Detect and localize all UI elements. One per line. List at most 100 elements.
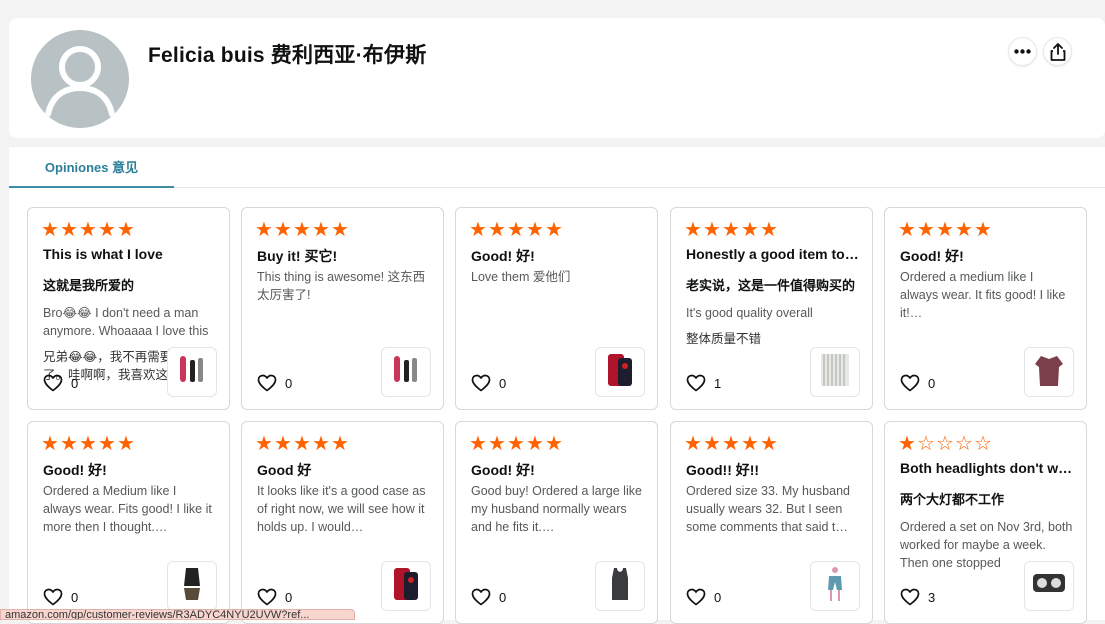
review-body: Good buy! Ordered a large like my husban… — [471, 484, 642, 534]
star-icon: ★ — [488, 433, 506, 455]
share-icon — [1050, 42, 1065, 61]
review-card[interactable]: ★ ★ ★ ★ ★ Good! 好! Ordered a medium like I alw… — [884, 207, 1087, 410]
star-icon: ★ — [98, 433, 116, 455]
review-card[interactable]: ★ ☆ ☆ ☆ ☆ Both headlights don't work 两个大灯都不工作 O… — [884, 421, 1087, 624]
product-thumbnail[interactable] — [381, 347, 431, 397]
avatar — [31, 30, 129, 128]
star-icon: ★ — [255, 219, 273, 241]
star-rating: ★ ★ ★ ★ ★ — [684, 434, 778, 454]
star-icon: ★ — [41, 219, 59, 241]
helpful-button[interactable]: 3 — [900, 588, 935, 606]
helpful-button[interactable]: 0 — [471, 588, 506, 606]
review-card[interactable]: ★ ★ ★ ★ ★ Good! 好! Good buy! Ordered a large l… — [455, 421, 658, 624]
product-thumbnail[interactable] — [1024, 561, 1074, 611]
phone-case-image — [600, 350, 640, 395]
share-button[interactable] — [1043, 37, 1072, 66]
product-thumbnail[interactable] — [810, 561, 860, 611]
like-count: 0 — [499, 589, 507, 605]
star-icon: ★ — [60, 219, 78, 241]
star-icon: ★ — [255, 433, 273, 455]
review-title: Good!! 好!! — [686, 462, 760, 478]
like-count: 0 — [285, 375, 293, 391]
star-icon: ★ — [507, 433, 525, 455]
star-icon: ★ — [936, 219, 954, 241]
product-thumbnail[interactable] — [810, 347, 860, 397]
helpful-button[interactable]: 0 — [43, 588, 78, 606]
helpful-button[interactable]: 0 — [43, 374, 78, 392]
like-count: 0 — [285, 589, 293, 605]
heart-icon — [471, 588, 491, 606]
like-count: 1 — [714, 375, 722, 391]
status-bar-url: amazon.com/gp/customer-reviews/R3ADYC4NY… — [0, 609, 355, 620]
star-icon: ★ — [331, 219, 349, 241]
tab-label: Opiniones 意见 — [44, 160, 139, 175]
star-icon: ★ — [469, 219, 487, 241]
product-thumbnail[interactable] — [595, 347, 645, 397]
star-icon: ★ — [955, 219, 973, 241]
helpful-button[interactable]: 0 — [257, 588, 292, 606]
review-body: It looks like it's a good case as of rig… — [257, 484, 426, 534]
product-thumbnail[interactable] — [381, 561, 431, 611]
review-card[interactable]: ★ ★ ★ ★ ★ This is what I love 这就是我所爱的 Bro😂😂 I d… — [27, 207, 230, 410]
heart-icon — [257, 588, 277, 606]
like-count: 0 — [499, 375, 507, 391]
review-title-translation: 这就是我所爱的 — [43, 278, 135, 293]
product-thumbnail[interactable] — [167, 347, 217, 397]
tab-opiniones[interactable]: Opiniones 意见 — [9, 147, 174, 188]
more-options-button[interactable] — [1008, 37, 1037, 66]
star-rating: ★ ★ ★ ★ ★ — [41, 220, 135, 240]
review-title: Good! 好! — [43, 462, 107, 478]
tab-divider — [174, 187, 1105, 188]
phone-case-image — [386, 564, 426, 609]
star-icon: ☆ — [955, 433, 973, 455]
like-count: 0 — [71, 375, 79, 391]
review-card[interactable]: ★★★★★Honestly a good item to have老实说，这是一… — [670, 207, 873, 410]
review-card[interactable]: ★ ★ ★ ★ ★ Good!! 好!! Ordered size 33. My husba… — [670, 421, 873, 624]
review-title: Buy it! 买它! — [257, 248, 338, 264]
helpful-button[interactable]: 0 — [257, 374, 292, 392]
review-title: This is what I love — [43, 246, 163, 262]
heart-icon — [43, 374, 63, 392]
star-icon: ★ — [274, 433, 292, 455]
helpful-button[interactable]: 0 — [471, 374, 506, 392]
review-body: This thing is awesome! 这东西太厉害了! — [257, 270, 426, 302]
product-thumbnail[interactable] — [595, 561, 645, 611]
review-title-translation: 两个大灯都不工作 — [900, 492, 1005, 507]
star-icon: ★ — [917, 219, 935, 241]
more-horizontal-icon — [1014, 49, 1031, 54]
helpful-button[interactable]: 1 — [686, 374, 721, 392]
review-body: Ordered a Medium like I always wear. Fit… — [43, 484, 212, 534]
default-user-avatar-icon — [45, 46, 115, 117]
star-rating: ★ ☆ ☆ ☆ ☆ — [898, 434, 992, 454]
star-icon: ★ — [684, 219, 702, 241]
like-count: 3 — [928, 589, 936, 605]
star-rating: ★ ★ ★ ★ ★ — [469, 434, 563, 454]
product-thumbnail[interactable] — [1024, 347, 1074, 397]
review-card[interactable]: ★ ★ ★ ★ ★ Buy it! 买它! This thing is awesome! 这… — [241, 207, 444, 410]
product-toy-image — [386, 350, 426, 395]
review-title: Honestly a good item to have — [686, 246, 861, 262]
star-rating: ★ ★ ★ ★ ★ — [898, 220, 992, 240]
star-rating: ★ ★ ★ ★ ★ — [41, 434, 135, 454]
helpful-button[interactable]: 0 — [686, 588, 721, 606]
star-icon: ★ — [274, 219, 292, 241]
heart-icon — [257, 374, 277, 392]
review-card[interactable]: ★ ★ ★ ★ ★ Good! 好! Love them 爱他们 0 — [455, 207, 658, 410]
star-icon: ★ — [312, 433, 330, 455]
star-icon: ★ — [60, 433, 78, 455]
star-icon: ★ — [741, 219, 759, 241]
helpful-button[interactable]: 0 — [900, 374, 935, 392]
shirt-image — [1029, 350, 1069, 395]
star-icon: ★ — [703, 219, 721, 241]
star-icon: ★ — [79, 433, 97, 455]
star-icon: ★ — [703, 433, 721, 455]
review-card[interactable]: ★ ★ ★ ★ ★ Good 好 It looks like it's a good cas… — [241, 421, 444, 624]
heart-icon — [900, 374, 920, 392]
review-card[interactable]: ★ ★ ★ ★ ★ Good! 好! Ordered a Medium like I alw… — [27, 421, 230, 624]
product-thumbnail[interactable] — [167, 561, 217, 611]
review-body: Ordered a medium like I always wear. It … — [900, 270, 1066, 320]
star-icon: ★ — [545, 219, 563, 241]
profile-header: Felicia buis 费利西亚·布伊斯 — [9, 18, 1105, 138]
star-icon: ★ — [974, 219, 992, 241]
shorts-image — [815, 564, 855, 609]
